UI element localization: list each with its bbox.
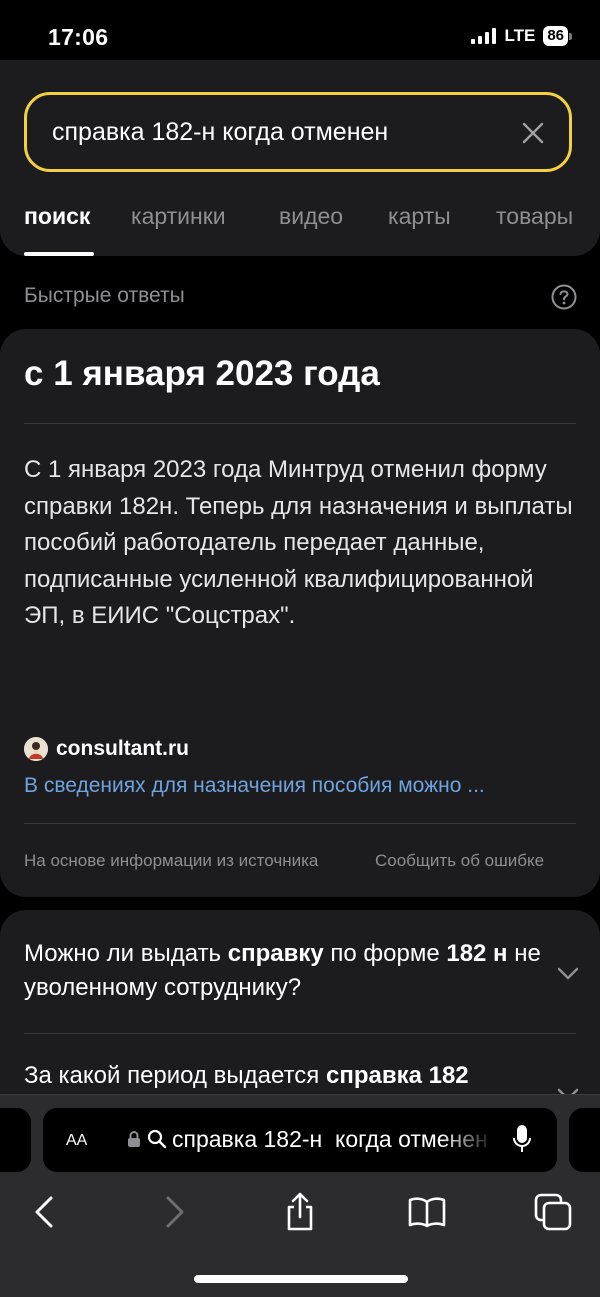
divider [24, 1033, 576, 1034]
search-icon [147, 1129, 167, 1149]
previous-tab-preview[interactable] [0, 1108, 31, 1172]
battery-icon: 86 [543, 26, 572, 46]
toolbar-separator [0, 1094, 600, 1095]
signal-icon [471, 28, 497, 44]
answer-title: с 1 января 2023 года [24, 354, 380, 393]
answer-text: С 1 января 2023 года Минтруд отменил фор… [24, 456, 573, 629]
tab-search[interactable]: поиск [24, 203, 90, 230]
tab-maps[interactable]: карты [388, 203, 451, 230]
reader-settings-button[interactable]: AA [66, 1127, 87, 1151]
forward-icon[interactable] [155, 1192, 195, 1232]
divider [24, 823, 576, 824]
source-link[interactable]: В сведениях для назначения пособия можно… [24, 774, 576, 798]
next-tab-preview[interactable] [569, 1108, 600, 1172]
search-query[interactable]: справка 182-н когда отменен [52, 118, 388, 147]
report-error-link[interactable]: Сообщить об ошибке [375, 851, 544, 871]
quick-answers-label: Быстрые ответы [24, 284, 185, 307]
address-fade [440, 1120, 495, 1160]
divider [24, 423, 576, 424]
bookmarks-icon[interactable] [407, 1192, 447, 1232]
faq-question-2[interactable]: За какой период выдается справка 182 [24, 1059, 544, 1093]
status-indicators: LTE 86 [471, 26, 572, 46]
network-type: LTE [504, 26, 536, 45]
lock-icon [128, 1131, 140, 1147]
help-icon[interactable] [551, 284, 577, 310]
battery-level: 86 [543, 26, 568, 46]
clear-icon[interactable] [521, 121, 545, 145]
chevron-down-icon[interactable] [557, 967, 579, 981]
tab-video[interactable]: видео [279, 203, 343, 230]
microphone-icon[interactable] [512, 1124, 532, 1156]
tabs-icon[interactable] [533, 1192, 573, 1232]
source-name[interactable]: consultant.ru [56, 737, 189, 761]
back-icon[interactable] [24, 1192, 64, 1232]
active-tab-indicator [24, 252, 94, 256]
home-indicator [194, 1275, 408, 1283]
based-on-source-note: На основе информации из источника [24, 851, 319, 870]
source-favicon-icon [24, 737, 48, 761]
status-time: 17:06 [48, 24, 109, 50]
share-icon[interactable] [280, 1192, 320, 1232]
faq-question-1[interactable]: Можно ли выдать справку по форме 182 н н… [24, 937, 544, 1005]
tab-products[interactable]: товары [496, 203, 573, 230]
tab-images[interactable]: картинки [131, 203, 226, 230]
